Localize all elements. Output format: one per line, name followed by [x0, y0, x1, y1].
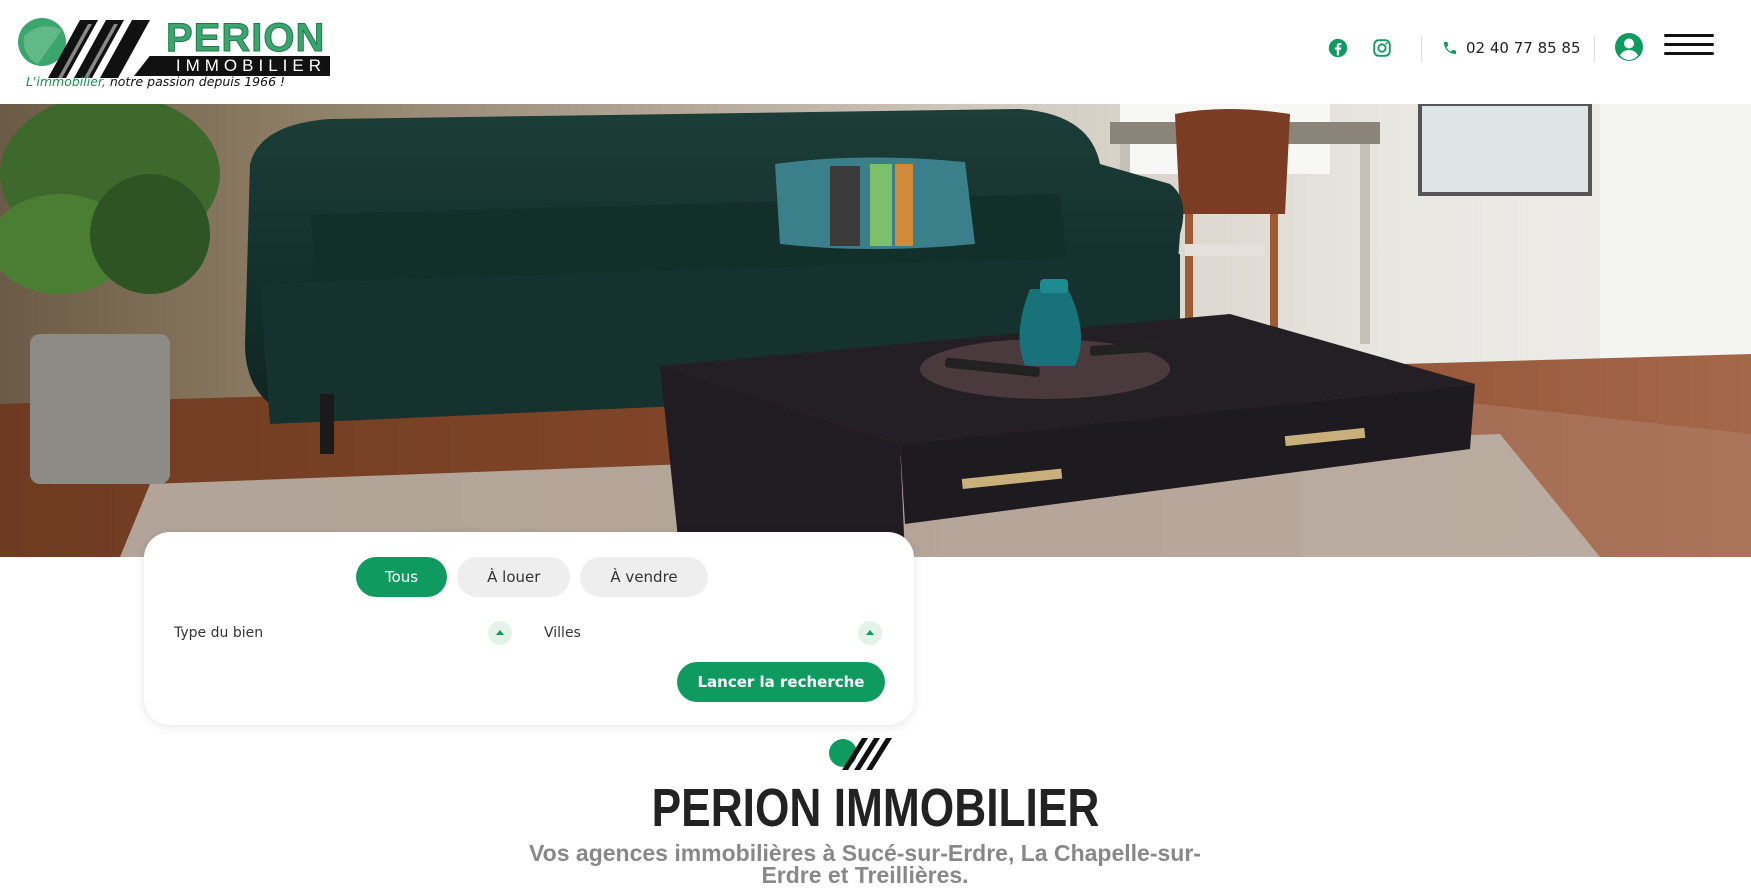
site-header: PERION IMMOBILIER L'immobilier, notre pa…	[0, 0, 1751, 104]
tagline-accent: L'immobilier,	[26, 74, 106, 89]
facebook-icon[interactable]	[1327, 37, 1349, 59]
city-select[interactable]: Villes	[544, 618, 884, 648]
chevron-up-icon	[488, 621, 512, 645]
brand-mark-icon	[829, 738, 892, 770]
tagline-rest: notre passion depuis 1966 !	[105, 74, 286, 89]
property-type-label: Type du bien	[174, 625, 264, 641]
hero-image	[0, 104, 1751, 557]
logo-tagline: L'immobilier, notre passion depuis 1966 …	[26, 74, 285, 89]
property-type-select[interactable]: Type du bien	[174, 618, 514, 648]
property-search-card: Tous À louer À vendre Type du bien Ville…	[144, 532, 914, 725]
phone-icon	[1444, 42, 1456, 54]
user-circle-icon[interactable]	[1614, 32, 1644, 62]
logo-subbar: IMMOBILIER	[134, 56, 330, 76]
chevron-up-icon	[858, 621, 882, 645]
tab-sale[interactable]: À vendre	[580, 557, 708, 597]
tab-all[interactable]: Tous	[356, 557, 448, 597]
phone-link[interactable]: 02 40 77 85 85	[1442, 36, 1581, 60]
tab-rent[interactable]: À louer	[457, 557, 571, 597]
phone-number: 02 40 77 85 85	[1466, 39, 1581, 57]
site-logo[interactable]: PERION IMMOBILIER L'immobilier, notre pa…	[18, 16, 330, 92]
instagram-icon[interactable]	[1371, 37, 1393, 59]
page-title: PERION IMMOBILIER	[651, 778, 1100, 838]
header-divider	[1594, 36, 1595, 62]
transaction-tabs: Tous À louer À vendre	[356, 557, 708, 597]
page-subtitle: Vos agences immobilières à Sucé-sur-Erdr…	[529, 840, 1201, 888]
city-label: Villes	[544, 625, 581, 641]
search-submit-button[interactable]: Lancer la recherche	[677, 662, 885, 702]
logo-wordmark: PERION	[165, 16, 326, 60]
hamburger-menu-icon[interactable]	[1664, 32, 1716, 58]
logo-mark-icon	[18, 18, 150, 78]
logo-subname: IMMOBILIER	[175, 56, 326, 75]
header-divider	[1421, 36, 1422, 62]
